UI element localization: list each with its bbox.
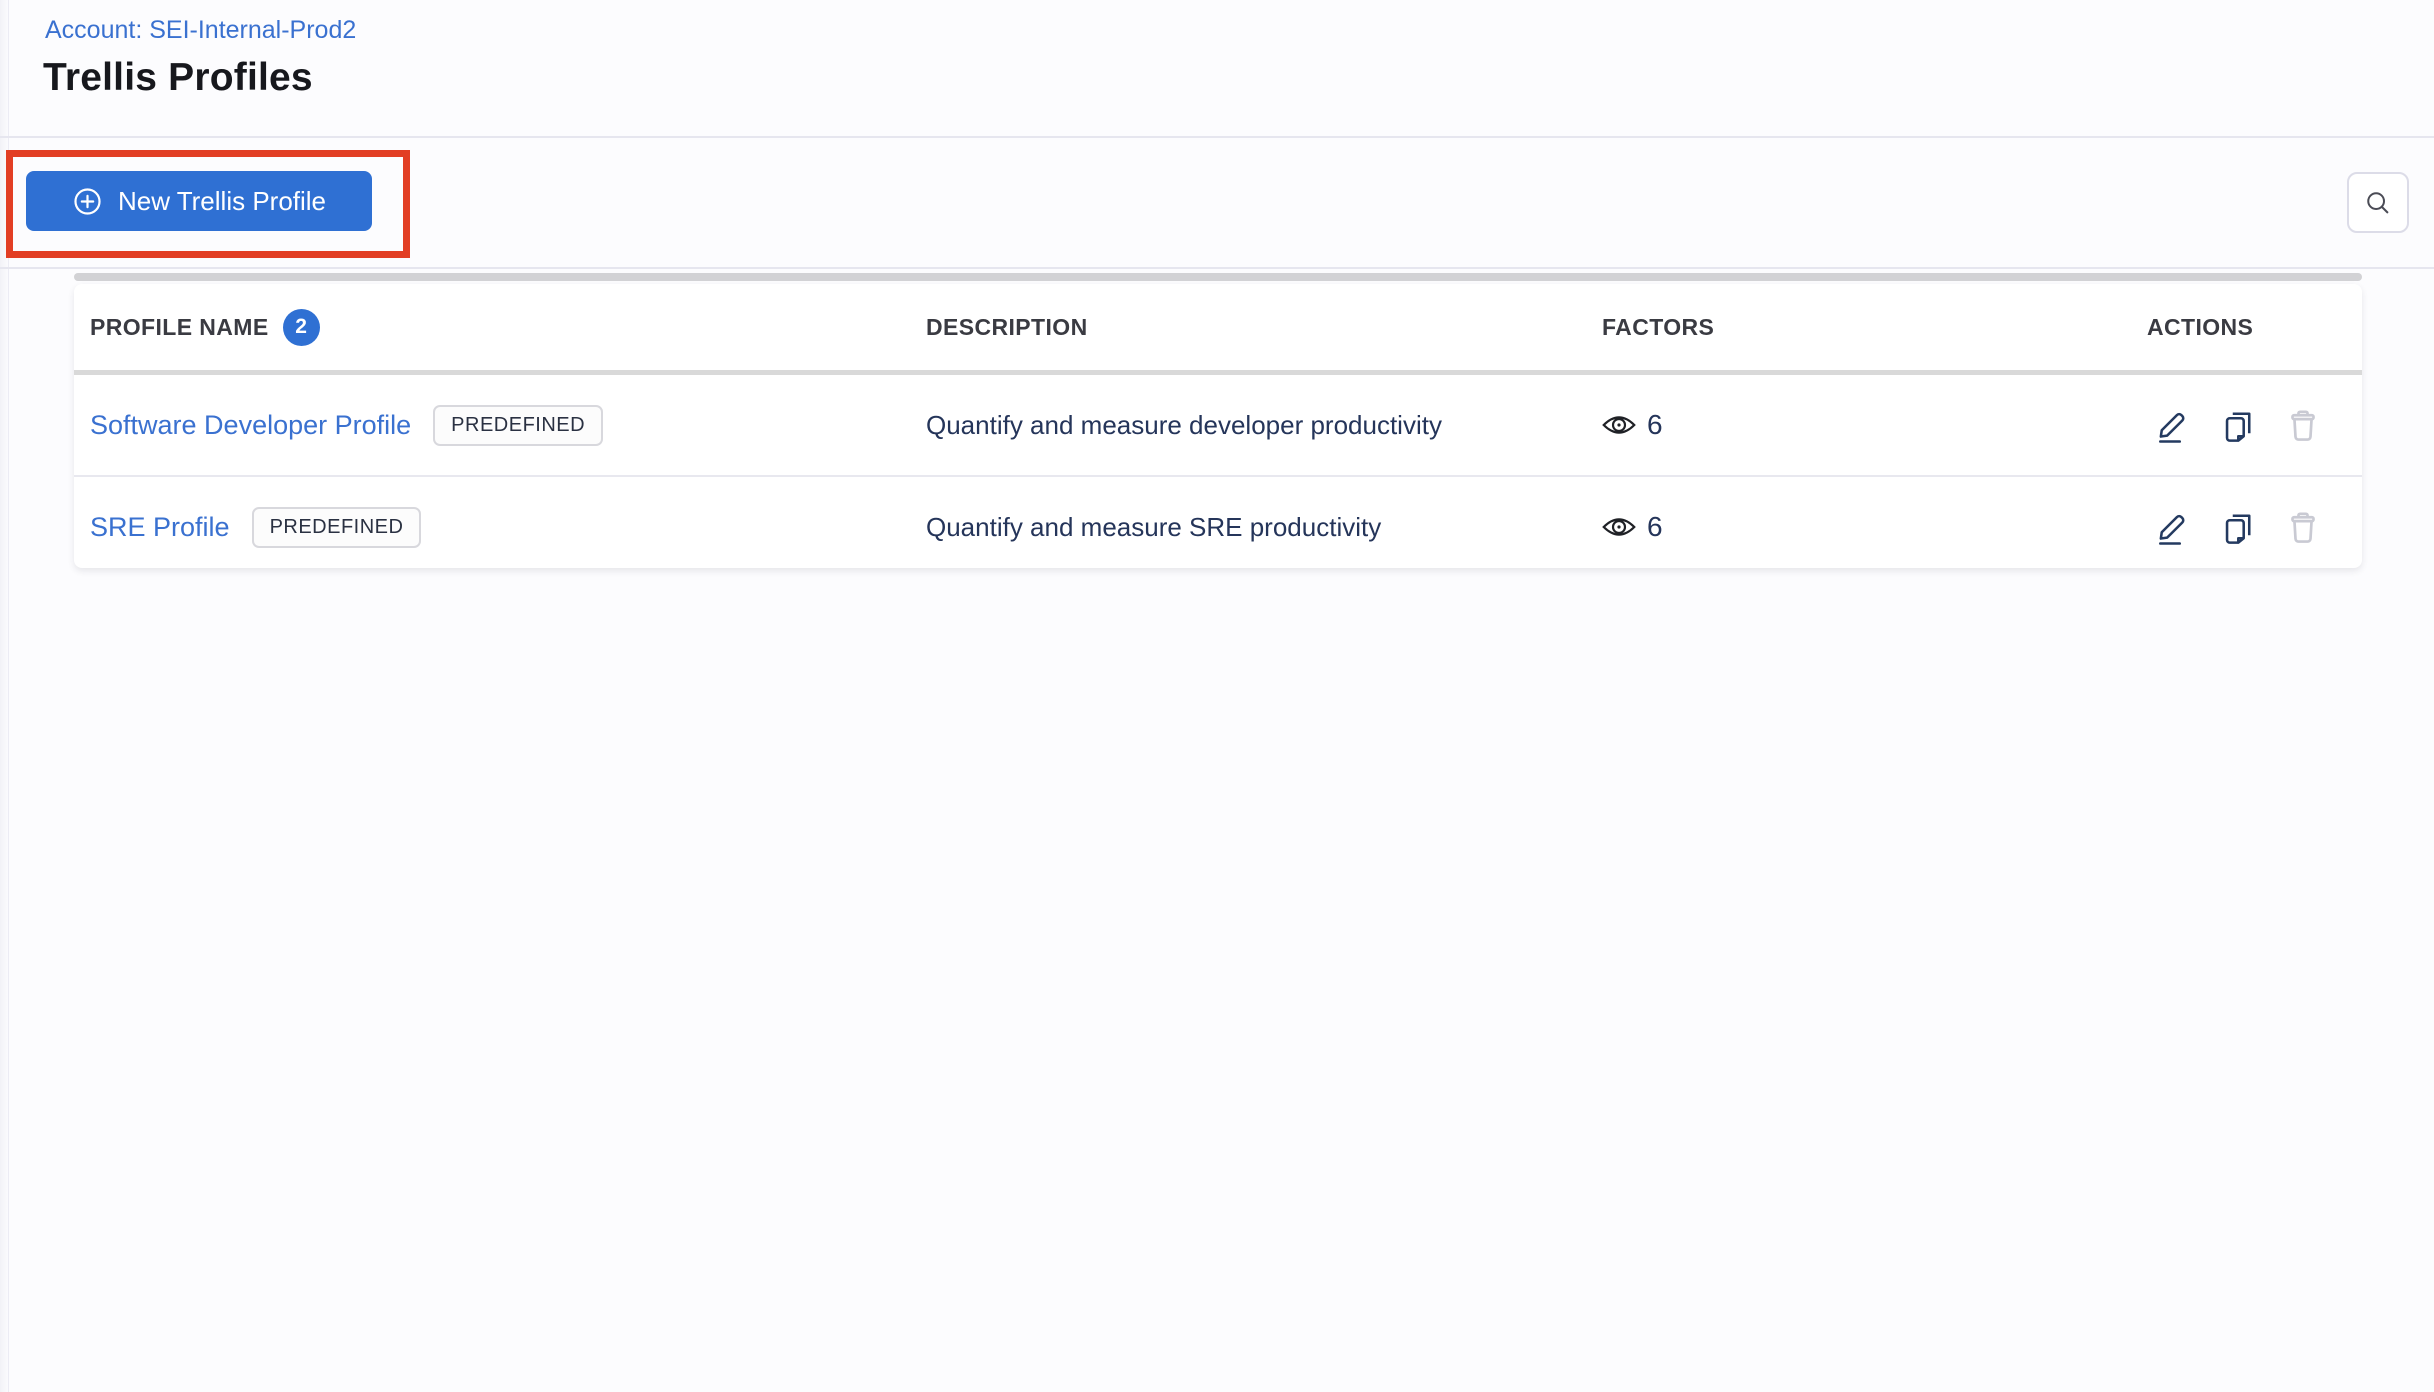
pencil-icon [2155,509,2191,545]
column-header-profile-name: PROFILE NAME 2 [90,308,926,346]
profiles-table: PROFILE NAME 2 DESCRIPTION FACTORS ACTIO… [74,284,2362,568]
factors-count: 6 [1647,409,1663,440]
profile-link-sre[interactable]: SRE Profile [90,512,230,543]
profile-description: Quantify and measure developer productiv… [926,409,1442,440]
clone-profile-button[interactable] [2220,509,2256,545]
column-header-description: DESCRIPTION [926,313,1088,340]
profile-count-badge: 2 [282,308,320,346]
delete-profile-button[interactable] [2285,509,2321,545]
new-trellis-profile-label: New Trellis Profile [117,185,327,216]
predefined-badge: PREDEFINED [251,506,422,548]
column-header-factors: FACTORS [1602,313,1715,340]
account-breadcrumb-link[interactable]: Account: SEI-Internal-Prod2 [45,16,356,45]
factors-count: 6 [1647,511,1663,542]
trash-icon [2285,509,2321,545]
search-icon [2363,188,2393,218]
delete-profile-button[interactable] [2285,407,2321,443]
predefined-badge: PREDEFINED [433,404,604,446]
eye-icon [1602,412,1636,438]
edit-profile-button[interactable] [2155,509,2191,545]
header-divider [0,136,2434,138]
profile-link-software-developer[interactable]: Software Developer Profile [90,410,411,441]
circle-plus-icon [72,186,103,217]
page-title: Trellis Profiles [43,56,313,99]
factors-cell: 6 [1602,511,2147,543]
factors-cell: 6 [1602,409,2147,441]
eye-icon [1602,514,1636,540]
pencil-icon [2155,407,2191,443]
column-header-actions: ACTIONS [2147,313,2254,340]
copy-icon [2220,407,2256,443]
trash-icon [2285,407,2321,443]
table-row: Software Developer Profile PREDEFINED Qu… [74,375,2362,477]
toolbar-divider [0,267,2434,269]
edit-profile-button[interactable] [2155,407,2191,443]
table-header-row: PROFILE NAME 2 DESCRIPTION FACTORS ACTIO… [74,284,2362,375]
table-horizontal-scrollbar[interactable] [74,273,2362,281]
table-row: SRE Profile PREDEFINED Quantify and meas… [74,477,2362,577]
profile-description: Quantify and measure SRE productivity [926,511,1382,542]
clone-profile-button[interactable] [2220,407,2256,443]
profile-name-header-label: PROFILE NAME [90,313,269,340]
copy-icon [2220,509,2256,545]
search-button[interactable] [2347,172,2409,233]
content-left-edge [0,0,9,1392]
new-trellis-profile-button[interactable]: New Trellis Profile [26,171,372,231]
